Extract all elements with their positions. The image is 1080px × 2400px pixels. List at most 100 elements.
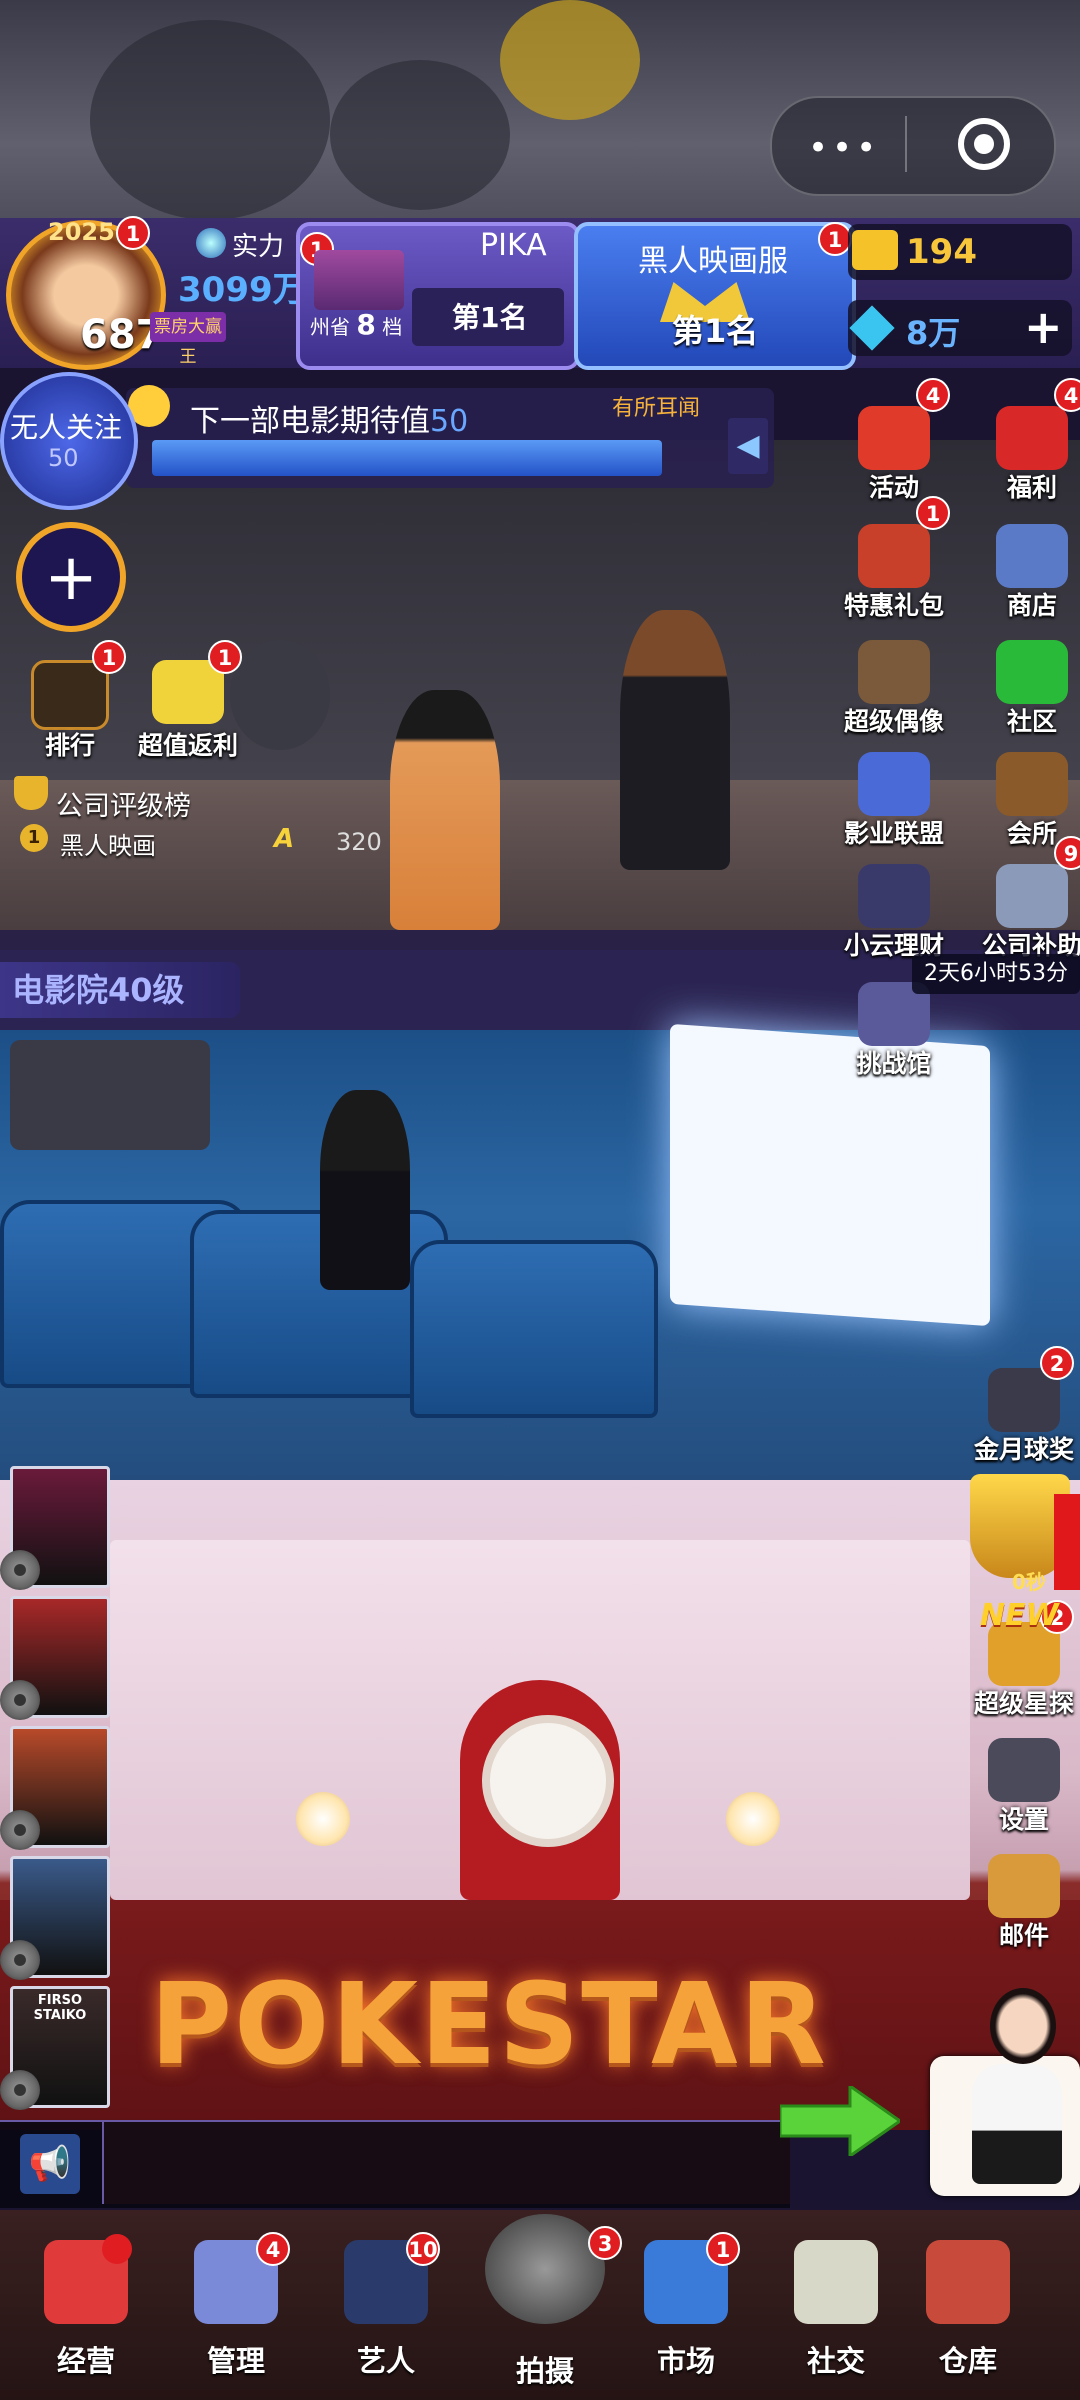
nav-manage-badge: 4: [256, 2232, 290, 2266]
button-idol[interactable]: 超级偶像: [844, 640, 944, 736]
chat-message-area[interactable]: [102, 2122, 790, 2204]
power-icon: [196, 228, 226, 258]
nav-social-label: 社交: [806, 2344, 865, 2378]
audience-character[interactable]: [320, 1090, 410, 1290]
button-settings-label: 设置: [998, 1805, 1049, 1834]
gift-box-icon: [858, 406, 930, 470]
gear-icon: [988, 1738, 1060, 1802]
button-activity[interactable]: 活动: [848, 406, 940, 502]
scene-prop: [500, 0, 640, 120]
rebate-label: 超值返利: [137, 731, 238, 760]
button-golden-moon[interactable]: 金月球奖: [974, 1368, 1074, 1464]
shop-icon: [996, 524, 1068, 588]
avatar-badge: 1: [116, 216, 150, 250]
assistant-npc-body: [972, 2064, 1062, 2184]
button-finance[interactable]: 小云理财: [844, 864, 944, 960]
coffee-icon: [794, 2240, 878, 2324]
nav-storage-label: 仓库: [938, 2344, 997, 2378]
company-grade: A: [274, 824, 295, 854]
power-label: 实力: [232, 232, 285, 262]
new-tag: NEW: [980, 1598, 1059, 1633]
red-envelope-icon: [996, 406, 1068, 470]
medal-icon: [31, 660, 109, 730]
close-target-button[interactable]: [958, 118, 1010, 170]
ticket-icon: [852, 230, 898, 270]
house-icon: [996, 752, 1068, 816]
expectation-label: 下一部电影期待值50: [190, 404, 469, 439]
button-welfare-label: 福利: [1006, 473, 1057, 502]
nav-social[interactable]: 社交: [776, 2216, 896, 2396]
expectation-value: 50: [430, 404, 469, 439]
button-community[interactable]: 社区: [986, 640, 1078, 736]
button-settings[interactable]: 设置: [978, 1738, 1070, 1834]
button-welfare[interactable]: 福利: [986, 406, 1078, 502]
trophy-icon: [14, 776, 48, 810]
rank-card-rank: 第1名: [452, 301, 528, 334]
film-reel-icon: [0, 1550, 40, 1590]
actress-character[interactable]: [390, 690, 500, 930]
clock-icon: [482, 1715, 614, 1847]
button-shop-label: 商店: [1006, 591, 1057, 620]
player-title-tag: 票房大赢王: [150, 312, 226, 367]
rank-card-tier: 8: [356, 308, 376, 341]
megaphone-icon[interactable]: 📢: [20, 2134, 80, 2194]
nav-market-badge: 1: [706, 2232, 740, 2266]
button-activity-badge: 4: [916, 378, 950, 412]
nav-artist-label: 艺人: [356, 2344, 415, 2378]
attention-value: 50: [48, 444, 79, 472]
server-card-badge: 1: [818, 222, 852, 256]
clapper-icon: [858, 640, 930, 704]
add-button[interactable]: +: [16, 522, 126, 632]
nav-storage[interactable]: 仓库: [908, 2216, 1028, 2396]
building-icon: [858, 752, 930, 816]
wall-lamp: [296, 1792, 350, 1846]
attention-label: 无人关注: [10, 411, 123, 444]
wechat-icon: [996, 640, 1068, 704]
server-name: 黑人映画服: [638, 244, 788, 279]
company-name: 黑人映画: [60, 832, 156, 860]
film-reel-icon: [0, 1680, 40, 1720]
button-star-scout[interactable]: 超级星探: [974, 1622, 1074, 1718]
envelope-icon: [988, 1854, 1060, 1918]
actor-character[interactable]: [620, 610, 730, 870]
button-club[interactable]: 会所: [986, 752, 1078, 848]
button-discount[interactable]: 特惠礼包: [844, 524, 944, 620]
gold-value: 194: [906, 232, 977, 272]
city-icon: [314, 250, 404, 310]
film-reel-icon: [0, 2070, 40, 2110]
button-challenge-label: 挑战馆: [856, 1049, 932, 1078]
nav-manage-label: 管理: [206, 2344, 265, 2378]
nav-artist-badge: 10: [406, 2232, 440, 2266]
button-alliance[interactable]: 影业联盟: [844, 752, 944, 848]
button-star-scout-label: 超级星探: [973, 1689, 1074, 1718]
button-mail[interactable]: 邮件: [978, 1854, 1070, 1950]
more-menu-button[interactable]: •••: [808, 128, 880, 168]
rank-card-state: 州省 8 档: [310, 308, 403, 341]
warehouse-icon: [926, 2240, 1010, 2324]
button-golden-moon-badge: 2: [1040, 1346, 1074, 1380]
button-subsidy-badge: 9: [1054, 836, 1080, 870]
gem-value: 8万: [906, 314, 961, 352]
film-reel-icon: [0, 1940, 40, 1980]
nav-shoot-label: 拍摄: [515, 2354, 574, 2388]
button-subsidy[interactable]: 公司补助: [982, 864, 1080, 960]
theater-seat: [410, 1240, 658, 1418]
power-value: 3099万: [178, 270, 307, 310]
button-community-label: 社区: [1006, 707, 1057, 736]
company-rating-title[interactable]: 公司评级榜: [56, 784, 191, 823]
button-shop[interactable]: 商店: [986, 524, 1078, 620]
film-poster-caption: FIRSO STAIKO: [33, 1993, 87, 2023]
subsidy-countdown: 2天6小时53分: [912, 954, 1080, 994]
add-gems-button[interactable]: +: [1024, 300, 1063, 354]
collapse-arrow-button[interactable]: ◀: [728, 418, 768, 474]
button-welfare-badge: 4: [1054, 378, 1080, 412]
ranking-label: 排行: [44, 731, 95, 760]
avatar-year-label: 2025: [48, 218, 115, 246]
green-arrow-icon[interactable]: [780, 2086, 900, 2156]
button-discount-badge: 1: [916, 496, 950, 530]
pokestar-sign: POKESTAR: [150, 1960, 828, 2090]
button-challenge[interactable]: 挑战馆: [848, 982, 940, 1078]
button-golden-moon-label: 金月球奖: [973, 1435, 1074, 1464]
nav-shoot-badge: 3: [588, 2226, 622, 2260]
camera-icon: [485, 2214, 605, 2324]
